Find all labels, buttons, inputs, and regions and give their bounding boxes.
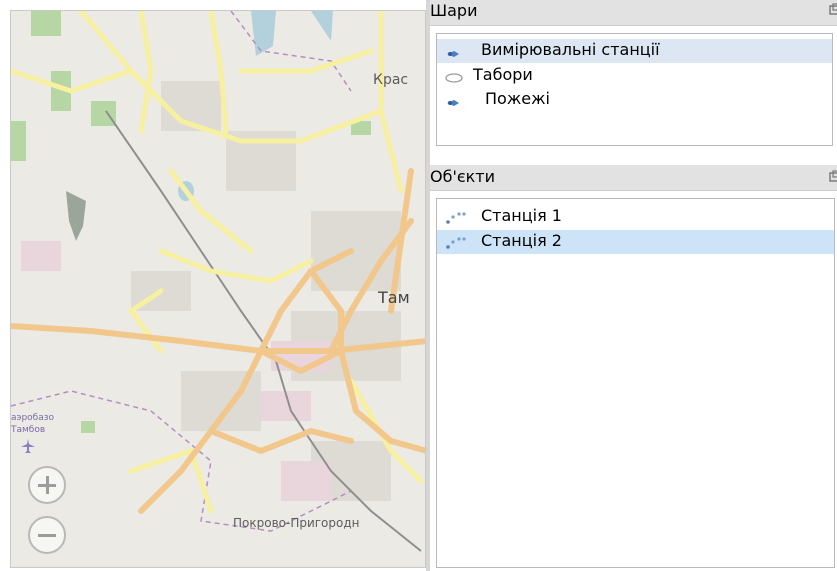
map-view[interactable]: Крас Там аэробазо Тамбов Покрово-Пригоро…	[10, 10, 426, 568]
map-label-krasnyi: Крас	[373, 72, 409, 88]
polygon-layer-icon	[445, 69, 463, 88]
map-label-airport-2: Тамбов	[11, 425, 46, 435]
objects-panel-title: Об'єкти	[430, 167, 496, 186]
float-icon[interactable]	[829, 1, 837, 19]
zoom-out-button[interactable]	[28, 516, 66, 554]
points-icon	[445, 235, 467, 254]
map-label-pokrovo: Покрово-Пригородн	[233, 516, 360, 530]
zoom-in-button[interactable]	[28, 466, 66, 504]
layers-panel-title: Шари	[430, 1, 478, 20]
layer-label: Табори	[473, 65, 533, 84]
point-layer-icon	[445, 94, 461, 113]
layer-label: Вимірювальні станції	[481, 40, 660, 59]
map-label-tambov: Там	[378, 288, 410, 307]
point-layer-icon	[445, 45, 461, 64]
points-icon	[445, 210, 467, 229]
panel-splitter[interactable]	[426, 0, 430, 571]
float-icon[interactable]	[829, 168, 837, 186]
objects-list: Станція 1 Станція 2	[436, 198, 835, 568]
layer-label: Пожежі	[485, 89, 550, 108]
airport-icon	[21, 439, 35, 453]
layer-item-fires[interactable]: Пожежі	[437, 88, 832, 112]
object-label: Станція 2	[481, 231, 562, 250]
layers-panel-header: Шари	[430, 0, 837, 26]
layers-list: Вимірювальні станції Табори Пожежі	[436, 33, 833, 146]
map-label-airport-1: аэробазо	[11, 413, 55, 423]
layer-item-camps[interactable]: Табори	[437, 64, 832, 88]
object-item-station-1[interactable]: Станція 1	[437, 205, 834, 229]
map-tiles	[11, 11, 425, 567]
object-label: Станція 1	[481, 206, 562, 225]
layer-item-measuring-stations[interactable]: Вимірювальні станції	[437, 39, 832, 63]
objects-panel-header: Об'єкти	[430, 165, 837, 191]
object-item-station-2[interactable]: Станція 2	[437, 230, 834, 254]
